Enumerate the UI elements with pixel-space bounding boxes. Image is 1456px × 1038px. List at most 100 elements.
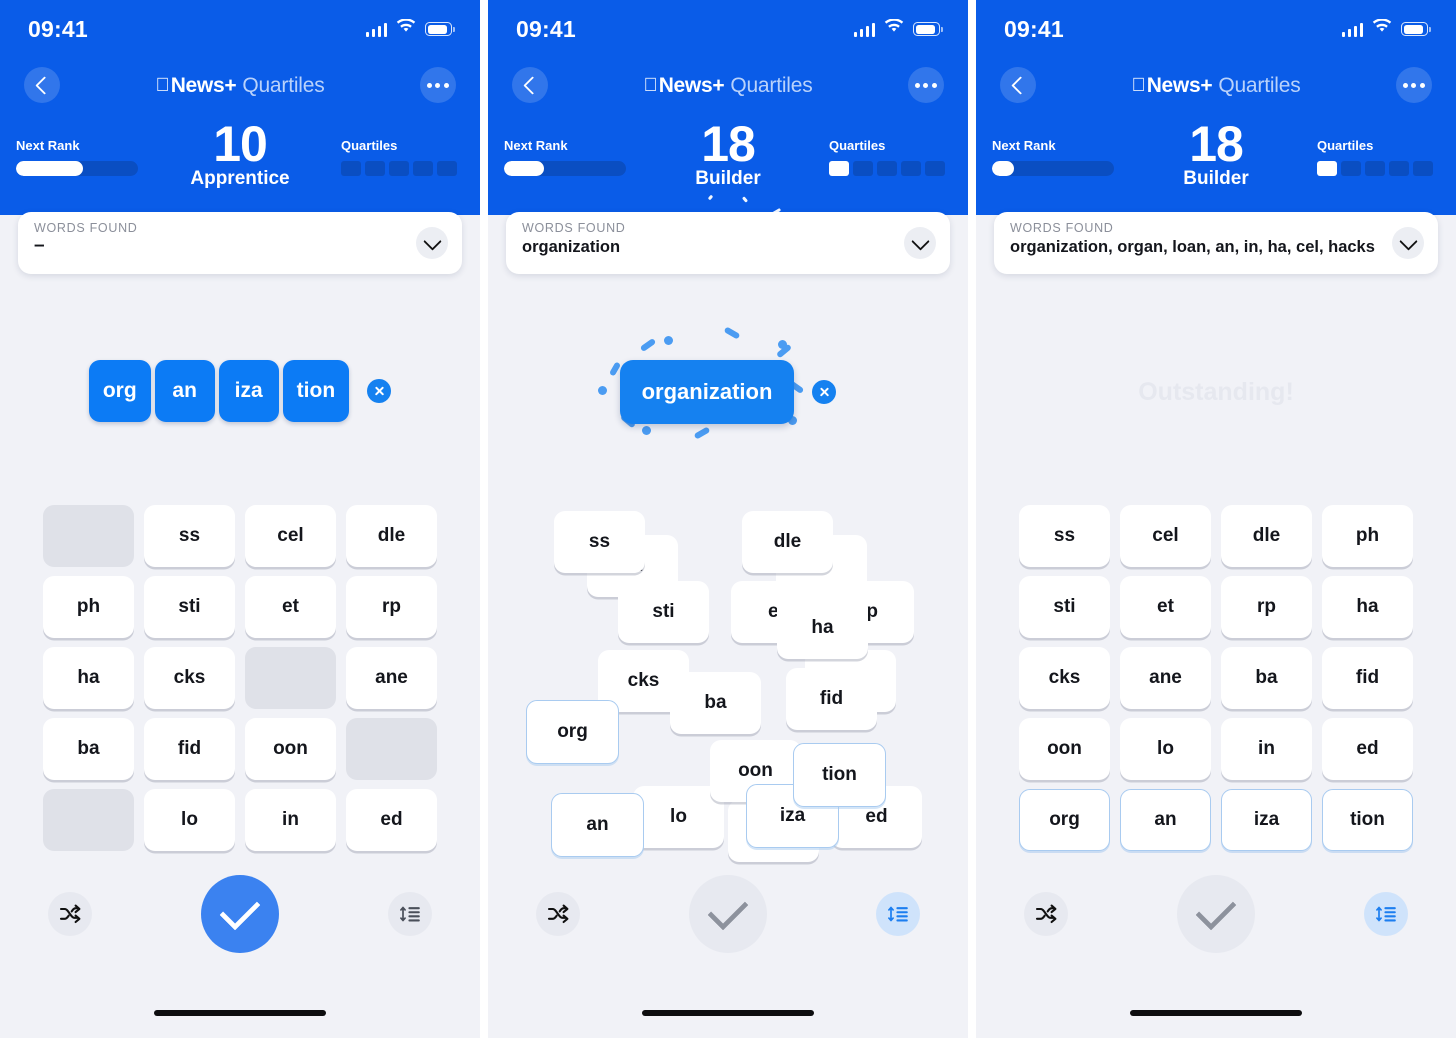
sort-button[interactable]	[388, 892, 432, 936]
tile[interactable]: ane	[346, 647, 437, 709]
selected-chip[interactable]: tion	[282, 360, 350, 422]
tile[interactable]: an	[551, 793, 644, 857]
tile[interactable]: ed	[1322, 718, 1413, 780]
signal-bar	[377, 25, 381, 37]
tile[interactable]: fid	[144, 718, 235, 780]
tile-placeholder	[346, 718, 437, 780]
tile[interactable]: sti	[618, 581, 709, 643]
tile[interactable]: sti	[1019, 576, 1110, 638]
tile[interactable]: org	[1019, 789, 1110, 851]
back-button[interactable]	[24, 67, 60, 103]
quartiles-group: Quartiles	[1317, 138, 1442, 176]
sort-button[interactable]	[1364, 892, 1408, 936]
overlay-message: Outstanding!	[1138, 378, 1294, 406]
ellipsis-dot	[435, 82, 441, 88]
tile[interactable]: org	[526, 700, 619, 764]
brand-section-label: Quartiles	[1211, 73, 1300, 97]
expand-words-button[interactable]	[416, 227, 448, 259]
submit-word-button[interactable]	[1177, 875, 1255, 953]
tile[interactable]: lo	[144, 789, 235, 851]
sort-button[interactable]	[876, 892, 920, 936]
tile[interactable]: ss	[554, 511, 645, 573]
tile[interactable]: dle	[1221, 505, 1312, 567]
words-found-card[interactable]: WORDS FOUND –	[18, 212, 462, 274]
ellipsis-dot	[426, 82, 432, 88]
brand-news-label: News+	[1139, 73, 1213, 97]
tile[interactable]: dle	[742, 511, 833, 573]
tile[interactable]: ba	[670, 672, 761, 734]
tile[interactable]: et	[1120, 576, 1211, 638]
more-options-button[interactable]	[1395, 67, 1432, 103]
tile[interactable]: rp	[1221, 576, 1312, 638]
panel-gap	[480, 0, 488, 1038]
tile[interactable]: ss	[144, 505, 235, 567]
submit-word-button[interactable]	[689, 875, 767, 953]
tile[interactable]: tion	[793, 743, 886, 807]
words-found-label: WORDS FOUND	[34, 221, 138, 235]
submit-word-button[interactable]	[201, 875, 279, 953]
tile[interactable]: ha	[43, 647, 134, 709]
tile[interactable]: in	[1221, 718, 1312, 780]
shuffle-button[interactable]	[1024, 892, 1068, 936]
tile[interactable]: rp	[346, 576, 437, 638]
tile[interactable]: ha	[777, 597, 868, 659]
phone-panel-solved: 09:41News+QuartilesNext Rank18BuilderQu…	[488, 0, 968, 1038]
bottom-toolbar	[976, 872, 1456, 956]
tile[interactable]: ph	[43, 576, 134, 638]
tile[interactable]: et	[245, 576, 336, 638]
tile[interactable]: cel	[245, 505, 336, 567]
status-bar-indicators	[1341, 18, 1431, 39]
quartiles-label: Quartiles	[341, 138, 398, 153]
check-icon	[1195, 888, 1237, 931]
tile[interactable]: ed	[346, 789, 437, 851]
back-button[interactable]	[1000, 67, 1036, 103]
shuffle-button[interactable]	[48, 892, 92, 936]
selected-chip[interactable]: org	[88, 360, 151, 422]
status-bar-clock: 09:41	[28, 15, 88, 42]
tile[interactable]: fid	[786, 668, 877, 730]
tile-placeholder	[43, 505, 134, 567]
battery-fill	[1403, 24, 1423, 34]
apple-logo-icon: 	[1131, 76, 1145, 95]
phone-panel-start: 09:41News+QuartilesNext Rank10Apprentic…	[0, 0, 480, 1038]
quartile-box	[1341, 161, 1361, 176]
tile[interactable]: cel	[1120, 505, 1211, 567]
tile[interactable]: dle	[346, 505, 437, 567]
tile[interactable]: ba	[43, 718, 134, 780]
tile[interactable]: ph	[1322, 505, 1413, 567]
tile[interactable]: lo	[1120, 718, 1211, 780]
tile[interactable]: fid	[1322, 647, 1413, 709]
tile[interactable]: ane	[1120, 647, 1211, 709]
tile[interactable]: sti	[144, 576, 235, 638]
tile[interactable]: cks	[144, 647, 235, 709]
tile[interactable]: ba	[1221, 647, 1312, 709]
tile[interactable]: ss	[1019, 505, 1110, 567]
selected-chip[interactable]: iza	[218, 360, 279, 422]
battery-fill	[427, 24, 447, 34]
tile[interactable]: an	[1120, 789, 1211, 851]
signal-bar	[1347, 28, 1351, 37]
more-options-button[interactable]	[419, 67, 456, 103]
tile[interactable]: cks	[1019, 647, 1110, 709]
check-icon	[219, 888, 261, 931]
selected-chip[interactable]: an	[154, 360, 215, 422]
clear-selection-button[interactable]	[367, 379, 392, 403]
tile[interactable]: ha	[1322, 576, 1413, 638]
expand-words-button[interactable]	[1392, 227, 1424, 259]
tile-placeholder	[245, 647, 336, 709]
tile[interactable]: tion	[1322, 789, 1413, 851]
quartiles-label: Quartiles	[1317, 138, 1374, 153]
phone-panel-reset: 09:41News+QuartilesNext Rank18BuilderQu…	[976, 0, 1456, 1038]
chevron-left-icon	[34, 75, 54, 95]
words-found-card[interactable]: WORDS FOUND organization, organ, loan, an…	[994, 212, 1438, 274]
ellipsis-dot	[1402, 82, 1408, 88]
tile[interactable]: oon	[245, 718, 336, 780]
tile[interactable]: in	[245, 789, 336, 851]
tile[interactable]: oon	[1019, 718, 1110, 780]
tile-grid: ss cel dle ph sti et rp ha cks ane ba fid oon lo in ed o…	[1019, 505, 1413, 851]
words-found-value: organization, organ, loan, an, in, ha, c…	[1010, 238, 1375, 256]
quartile-box	[413, 161, 433, 176]
shuffle-button[interactable]	[536, 892, 580, 936]
home-indicator	[642, 1010, 814, 1016]
tile[interactable]: iza	[1221, 789, 1312, 851]
